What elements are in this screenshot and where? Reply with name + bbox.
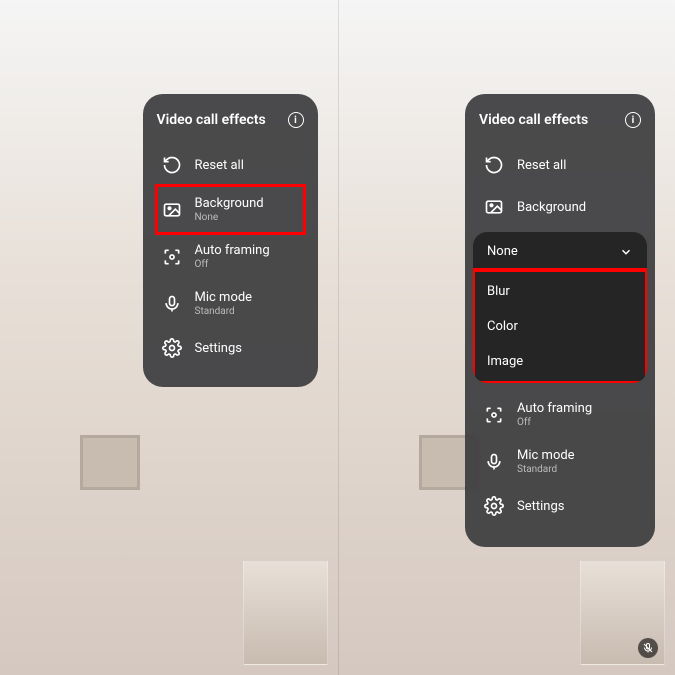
- reset-all-item[interactable]: Reset all: [479, 144, 641, 186]
- right-screenshot: Video call effects i Reset all: [338, 0, 675, 675]
- reset-label: Reset all: [195, 158, 244, 173]
- settings-item[interactable]: Settings: [157, 327, 304, 369]
- mic-icon: [161, 293, 183, 315]
- chevron-down-icon: [619, 245, 633, 259]
- info-icon[interactable]: i: [288, 112, 304, 128]
- reset-icon: [161, 154, 183, 176]
- panel-header: Video call effects i: [157, 112, 304, 128]
- autoframing-value: Off: [517, 417, 592, 428]
- panel-title: Video call effects: [157, 112, 280, 128]
- pip-self-view[interactable]: [243, 560, 328, 665]
- effects-panel-expanded: Video call effects i Reset all: [465, 94, 655, 547]
- autoframing-icon: [161, 246, 183, 268]
- micmode-value: Standard: [195, 306, 253, 317]
- reset-icon: [483, 154, 505, 176]
- settings-item[interactable]: Settings: [479, 485, 641, 527]
- micmode-label: Mic mode: [195, 290, 253, 305]
- submenu-option-blur[interactable]: Blur: [473, 274, 647, 309]
- autoframing-icon: [483, 404, 505, 426]
- autoframing-label: Auto framing: [517, 401, 592, 416]
- settings-label: Settings: [517, 499, 564, 514]
- mic-mute-icon[interactable]: [638, 638, 658, 658]
- autoframing-item[interactable]: Auto framing Off: [157, 233, 304, 280]
- submenu-options: Blur Color Image: [473, 270, 647, 383]
- panel-header: Video call effects i: [479, 112, 641, 128]
- reset-all-item[interactable]: Reset all: [157, 144, 304, 186]
- pip-self-view[interactable]: [580, 560, 665, 665]
- micmode-value: Standard: [517, 464, 575, 475]
- background-label: Background: [195, 196, 264, 211]
- micmode-item[interactable]: Mic mode Standard: [157, 280, 304, 327]
- autoframing-value: Off: [195, 259, 270, 270]
- effects-panel: Video call effects i Reset all: [143, 94, 318, 387]
- submenu-option-color[interactable]: Color: [473, 309, 647, 344]
- panel-title: Video call effects: [479, 112, 617, 128]
- info-icon[interactable]: i: [625, 112, 641, 128]
- mic-icon: [483, 451, 505, 473]
- settings-label: Settings: [195, 341, 242, 356]
- micmode-item[interactable]: Mic mode Standard: [479, 438, 641, 485]
- reset-label: Reset all: [517, 158, 566, 173]
- background-value: None: [195, 212, 264, 223]
- submenu-selected[interactable]: None: [473, 232, 647, 270]
- left-screenshot: Video call effects i Reset all: [0, 0, 338, 675]
- wall-vent: [80, 435, 140, 490]
- submenu-option-image[interactable]: Image: [473, 344, 647, 379]
- background-icon: [161, 199, 183, 221]
- autoframing-item[interactable]: Auto framing Off: [479, 391, 641, 438]
- background-icon: [483, 196, 505, 218]
- background-item[interactable]: Background None: [157, 186, 304, 233]
- gear-icon: [161, 337, 183, 359]
- submenu-selected-label: None: [487, 244, 518, 259]
- background-item-expanded[interactable]: Background: [479, 186, 641, 228]
- background-submenu: None Blur Color Image: [473, 232, 647, 383]
- background-label: Background: [517, 200, 586, 215]
- autoframing-label: Auto framing: [195, 243, 270, 258]
- micmode-label: Mic mode: [517, 448, 575, 463]
- gear-icon: [483, 495, 505, 517]
